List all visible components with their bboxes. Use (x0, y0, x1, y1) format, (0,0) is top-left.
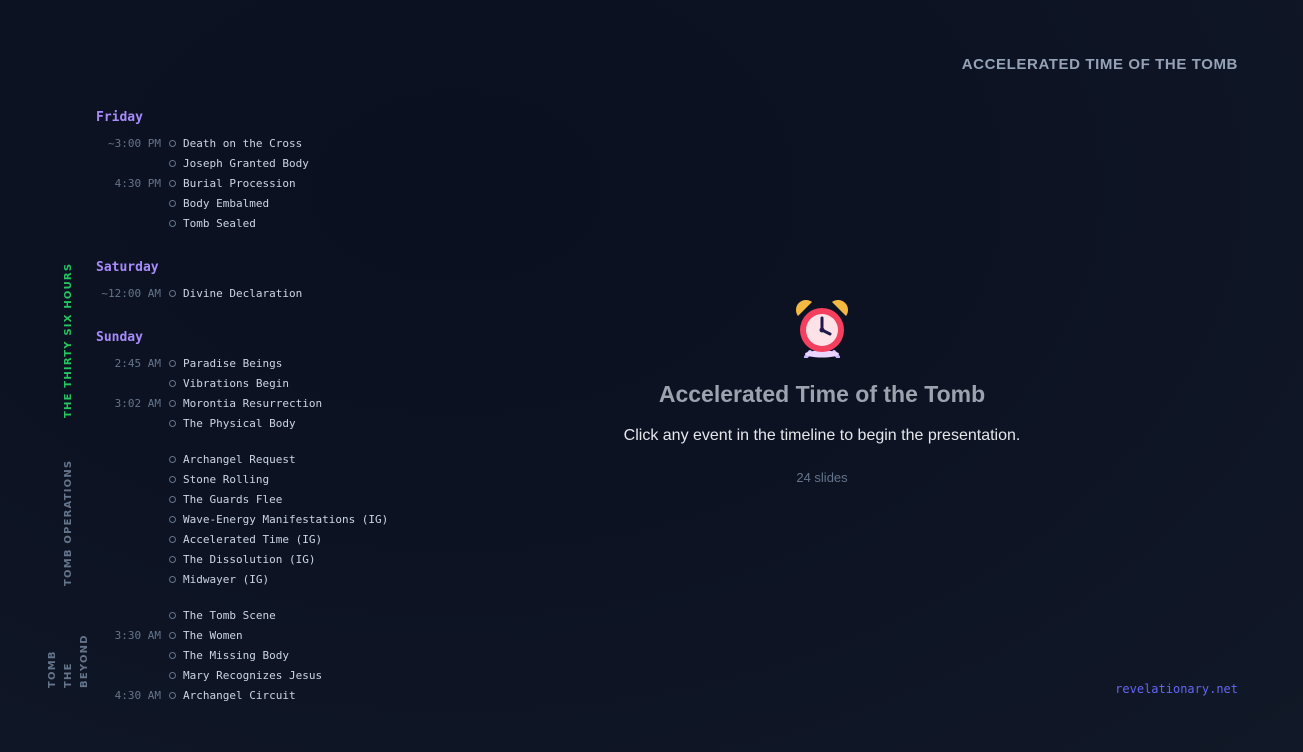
timeline-event[interactable]: 4:30 PM Burial Procession (0, 173, 420, 193)
presentation-title: Accelerated Time of the Tomb (658, 381, 986, 407)
timeline-event[interactable]: Tomb Sealed (0, 213, 420, 233)
timeline-event[interactable]: 2:45 AM Paradise Beings (0, 353, 420, 373)
timeline-event[interactable]: Wave-Energy Manifestations (IG) (0, 509, 420, 529)
day-heading-friday: Friday (96, 110, 143, 125)
timeline-dot-icon (169, 671, 176, 679)
timeline-event[interactable]: Body Embalmed (0, 193, 420, 213)
presentation-instructions: Click any event in the timeline to begin… (623, 427, 1021, 444)
event-label: Morontia Resurrection (183, 396, 323, 410)
timeline-event[interactable]: ~3:00 PM Death on the Cross (0, 133, 420, 153)
event-label: Divine Declaration (183, 286, 303, 300)
event-time: ~3:00 PM (108, 136, 161, 150)
timeline-dot-icon (169, 555, 176, 563)
timeline-event[interactable]: Midwayer (IG) (0, 569, 420, 589)
timeline-dot-icon (169, 611, 176, 619)
event-label: Paradise Beings (183, 356, 283, 370)
timeline-dot-icon (169, 575, 176, 583)
day-heading-saturday: Saturday (96, 260, 159, 275)
event-label: Mary Recognizes Jesus (183, 668, 323, 682)
timeline-event[interactable]: Vibrations Begin (0, 373, 420, 393)
timeline-dot-icon (169, 179, 176, 187)
event-label: Stone Rolling (183, 472, 270, 486)
event-label: Wave-Energy Manifestations (IG) (183, 512, 389, 526)
timeline-dot-icon (169, 289, 176, 297)
event-label: The Physical Body (183, 416, 296, 430)
timeline-dot-icon (169, 139, 176, 147)
timeline-dot-icon (169, 219, 176, 227)
event-time: ~12:00 AM (101, 286, 161, 300)
timeline-event[interactable]: Mary Recognizes Jesus (0, 665, 420, 685)
event-label: Accelerated Time (IG) (183, 532, 323, 546)
timeline-event[interactable]: The Missing Body (0, 645, 420, 665)
timeline-dot-icon (169, 631, 176, 639)
timeline-event[interactable]: ~12:00 AM Divine Declaration (0, 283, 420, 303)
event-label: The Women (183, 628, 243, 642)
event-label: Midwayer (IG) (183, 572, 270, 586)
event-label: Archangel Request (183, 452, 296, 466)
timeline-dot-icon (169, 399, 176, 407)
timeline-event[interactable]: 4:30 AM Archangel Circuit (0, 685, 420, 705)
timeline-dot-icon (169, 651, 176, 659)
timeline-event[interactable]: 3:02 AM Morontia Resurrection (0, 393, 420, 413)
timeline-event[interactable]: The Guards Flee (0, 489, 420, 509)
event-label: Burial Procession (183, 176, 296, 190)
timeline-dot-icon (169, 475, 176, 483)
timeline-event[interactable]: 3:30 AM The Women (0, 625, 420, 645)
timeline-event[interactable]: The Dissolution (IG) (0, 549, 420, 569)
timeline-event[interactable]: The Physical Body (0, 413, 420, 433)
timeline-dot-icon (169, 455, 176, 463)
timeline-dot-icon (169, 515, 176, 523)
slide-count: 24 slides (796, 470, 848, 485)
timeline-dot-icon (169, 159, 176, 167)
timeline-event[interactable]: Accelerated Time (IG) (0, 529, 420, 549)
event-label: The Missing Body (183, 648, 289, 662)
day-heading-sunday: Sunday (96, 330, 143, 345)
event-label: The Dissolution (IG) (183, 552, 316, 566)
timeline-event[interactable]: Stone Rolling (0, 469, 420, 489)
welcome-panel: Accelerated Time of the Tomb Click any e… (560, 296, 1084, 485)
event-time: 2:45 AM (114, 356, 161, 370)
event-label: The Tomb Scene (183, 608, 276, 622)
site-link[interactable]: revelationary.net (1115, 682, 1238, 696)
event-time: 4:30 AM (114, 688, 161, 702)
timeline-dot-icon (169, 495, 176, 503)
timeline-dot-icon (169, 199, 176, 207)
page-header-title: ACCELERATED TIME OF THE TOMB (961, 56, 1238, 73)
event-label: Body Embalmed (183, 196, 270, 210)
timeline-event[interactable]: The Tomb Scene (0, 605, 420, 625)
event-label: The Guards Flee (183, 492, 283, 506)
timeline-dot-icon (169, 535, 176, 543)
timeline-dot-icon (169, 359, 176, 367)
event-time: 4:30 PM (114, 176, 161, 190)
timeline-event[interactable]: Archangel Request (0, 449, 420, 469)
timeline-event[interactable]: Joseph Granted Body (0, 153, 420, 173)
event-time: 3:30 AM (114, 628, 161, 642)
timeline-dot-icon (169, 379, 176, 387)
event-label: Vibrations Begin (183, 376, 289, 390)
event-time: 3:02 AM (114, 396, 161, 410)
event-label: Tomb Sealed (183, 216, 256, 230)
timeline-dot-icon (169, 419, 176, 427)
event-label: Death on the Cross (183, 136, 303, 150)
event-label: Joseph Granted Body (183, 156, 309, 170)
timeline-dot-icon (169, 691, 176, 699)
alarm-clock-icon (792, 296, 852, 359)
event-label: Archangel Circuit (183, 688, 296, 702)
